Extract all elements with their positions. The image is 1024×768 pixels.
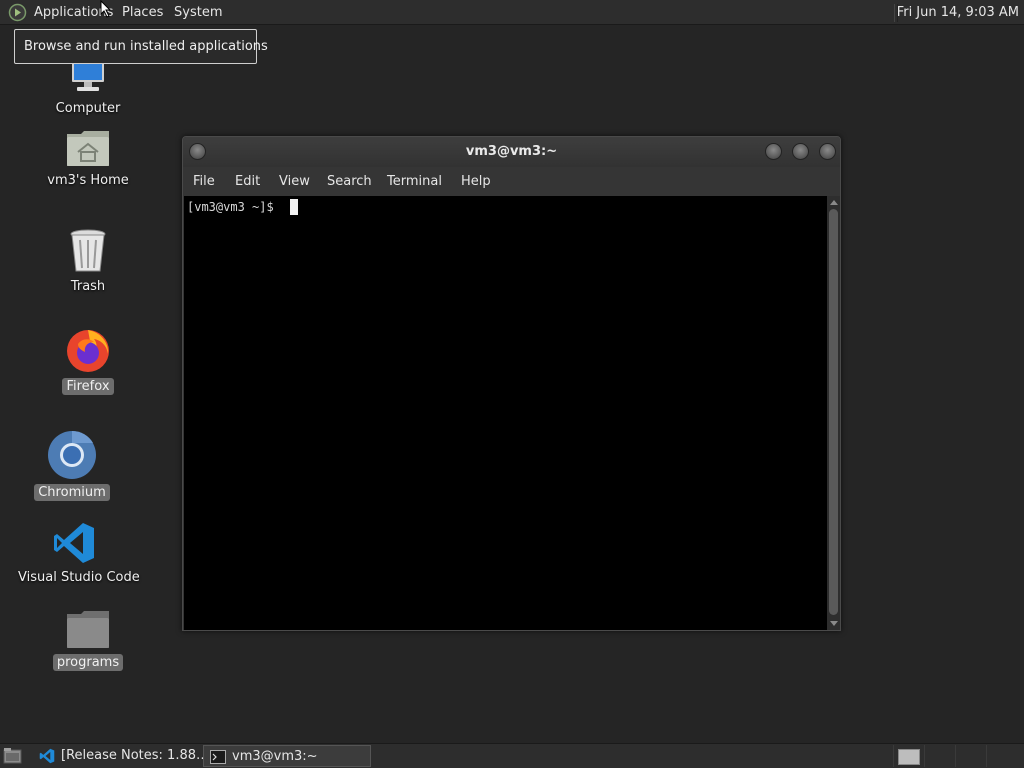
menu-help[interactable]: Help bbox=[461, 174, 491, 189]
desktop-icon-trash[interactable]: Trash bbox=[48, 228, 128, 295]
terminal-menubar: File Edit View Search Terminal Help bbox=[183, 167, 840, 196]
window-titlebar[interactable]: vm3@vm3:~ bbox=[183, 137, 840, 167]
desktop-icon-label: vm3's Home bbox=[47, 173, 129, 188]
desktop-icon-firefox[interactable]: Firefox bbox=[48, 326, 128, 395]
terminal-scrollbar[interactable] bbox=[827, 196, 840, 630]
taskbar-button-label: vm3@vm3:~ bbox=[232, 749, 318, 764]
firefox-icon bbox=[67, 330, 109, 372]
applications-tooltip: Browse and run installed applications bbox=[14, 29, 268, 64]
maximize-button[interactable] bbox=[792, 143, 809, 160]
shell-prompt: [vm3@vm3 ~]$ bbox=[187, 200, 281, 214]
vscode-icon bbox=[39, 748, 55, 764]
minimize-button[interactable] bbox=[765, 143, 782, 160]
desktop-icon-computer[interactable]: Computer bbox=[48, 60, 128, 117]
menu-file[interactable]: File bbox=[193, 174, 215, 189]
chromium-icon bbox=[48, 430, 96, 479]
home-folder-icon bbox=[67, 131, 109, 166]
trash-icon bbox=[70, 229, 106, 272]
menu-edit[interactable]: Edit bbox=[235, 174, 260, 189]
taskbar-button-release-notes[interactable]: [Release Notes: 1.88… bbox=[33, 745, 203, 767]
workspace-3[interactable] bbox=[955, 745, 985, 767]
places-menu[interactable]: Places bbox=[122, 5, 163, 20]
workspace-1[interactable] bbox=[893, 745, 923, 767]
terminal-window[interactable]: vm3@vm3:~ File Edit View Search Terminal… bbox=[182, 136, 841, 631]
scroll-thumb[interactable] bbox=[829, 209, 838, 615]
menu-terminal[interactable]: Terminal bbox=[387, 174, 442, 189]
desktop-icon-label: Firefox bbox=[62, 378, 114, 395]
menu-view[interactable]: View bbox=[279, 174, 310, 189]
workspace-2[interactable] bbox=[924, 745, 954, 767]
terminal-icon bbox=[210, 750, 226, 764]
mouse-pointer-icon bbox=[100, 0, 112, 18]
scroll-up-icon[interactable] bbox=[830, 200, 838, 205]
workspace-4[interactable] bbox=[986, 745, 1016, 767]
desktop-icon-label: Chromium bbox=[34, 484, 110, 501]
bottom-panel: [Release Notes: 1.88… vm3@vm3:~ bbox=[0, 743, 1024, 768]
desktop-icon-vscode[interactable]: Visual Studio Code bbox=[14, 521, 140, 586]
desktop-icon-home[interactable]: vm3's Home bbox=[43, 128, 133, 189]
menu-search[interactable]: Search bbox=[327, 174, 372, 189]
vscode-icon bbox=[54, 523, 94, 563]
system-menu[interactable]: System bbox=[174, 5, 222, 20]
taskbar-button-label: [Release Notes: 1.88… bbox=[61, 748, 203, 763]
desktop-icon-label: programs bbox=[52, 654, 124, 671]
show-desktop-icon[interactable] bbox=[3, 747, 22, 765]
desktop-icon-label: Trash bbox=[70, 279, 106, 294]
applications-menu-icon[interactable] bbox=[8, 3, 27, 22]
desktop-icon-label: Visual Studio Code bbox=[18, 570, 140, 585]
desktop-icon-label: Computer bbox=[55, 101, 121, 116]
scroll-down-icon[interactable] bbox=[830, 621, 838, 626]
clock[interactable]: Fri Jun 14, 9:03 AM bbox=[897, 5, 1019, 20]
terminal-output[interactable]: [vm3@vm3 ~]$ bbox=[184, 196, 827, 630]
taskbar-button-terminal[interactable]: vm3@vm3:~ bbox=[203, 745, 371, 767]
desktop-icon-chromium[interactable]: Chromium bbox=[32, 430, 112, 501]
folder-icon bbox=[67, 611, 109, 648]
desktop-icon-programs[interactable]: programs bbox=[48, 610, 128, 671]
close-button[interactable] bbox=[819, 143, 836, 160]
text-cursor bbox=[290, 199, 298, 215]
computer-icon bbox=[72, 60, 104, 91]
window-title: vm3@vm3:~ bbox=[465, 144, 558, 159]
top-panel: Applications Places System Fri Jun 14, 9… bbox=[0, 0, 1024, 25]
